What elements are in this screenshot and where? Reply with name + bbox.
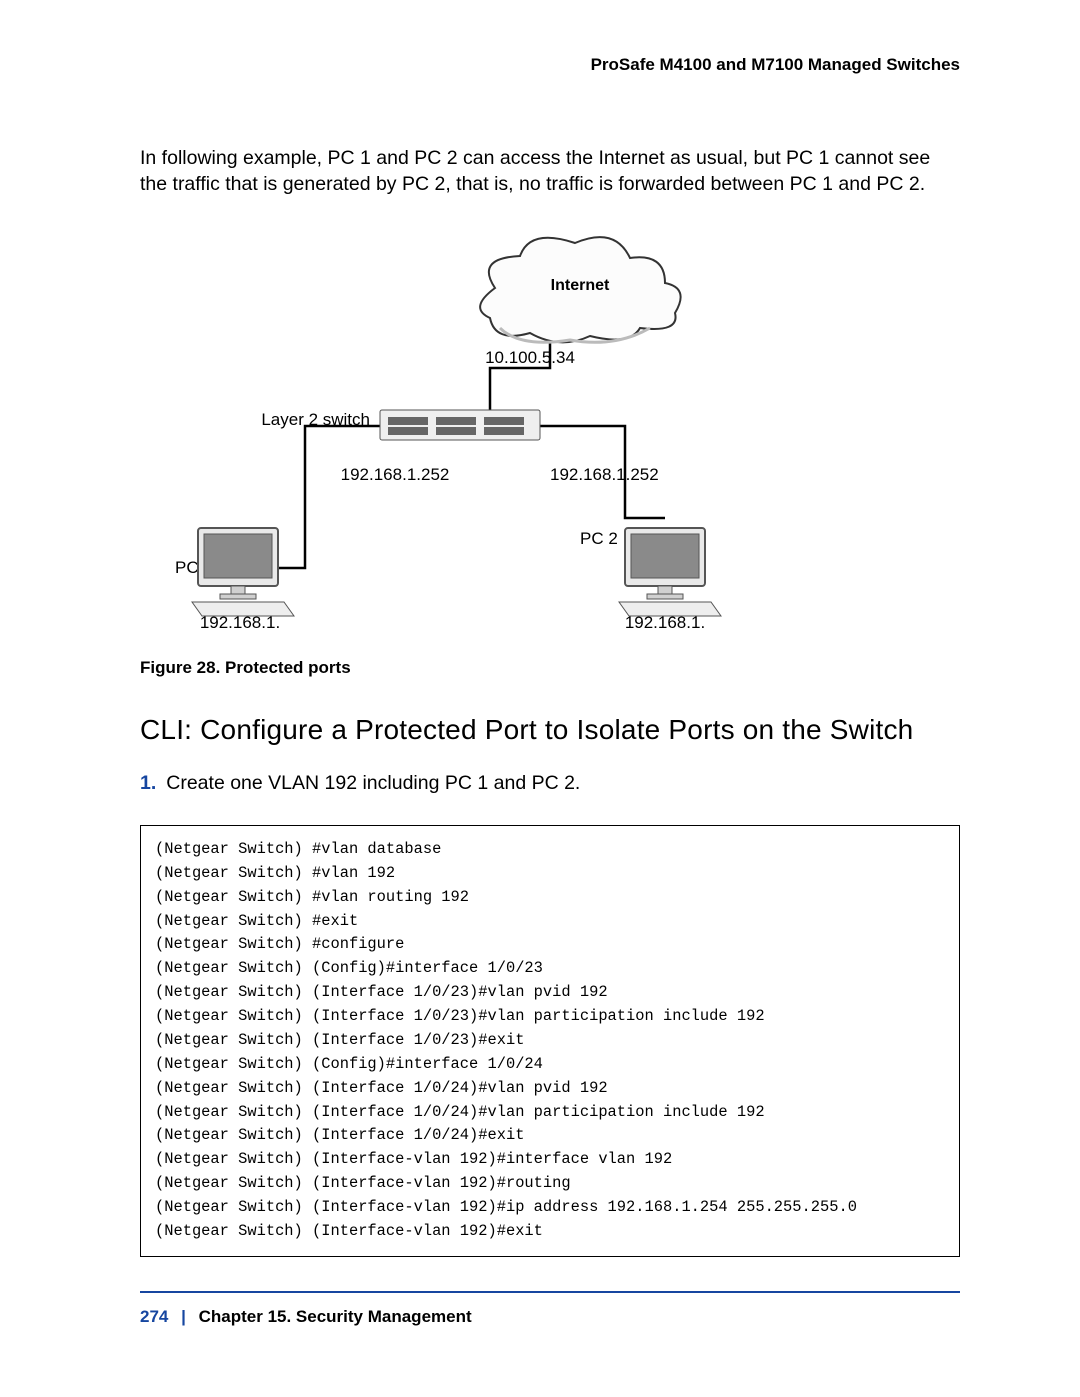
pc1-ip: 192.168.1. bbox=[200, 613, 280, 628]
running-head: ProSafe M4100 and M7100 Managed Switches bbox=[140, 55, 960, 75]
pc2-ip: 192.168.1. bbox=[625, 613, 705, 628]
pc1-icon bbox=[192, 528, 294, 616]
switch-label: Layer 2 switch bbox=[261, 410, 370, 429]
pc2-icon bbox=[619, 528, 721, 616]
uplink-ip: 10.100.5.34 bbox=[485, 348, 575, 367]
chapter-label: Chapter 15. Security Management bbox=[199, 1307, 472, 1326]
page-footer: 274 | Chapter 15. Security Management bbox=[140, 1307, 960, 1327]
page: ProSafe M4100 and M7100 Managed Switches… bbox=[0, 0, 1080, 1397]
step-text: Create one VLAN 192 including PC 1 and P… bbox=[166, 772, 580, 794]
switch-icon bbox=[380, 410, 540, 440]
step-list: 1. Create one VLAN 192 including PC 1 and… bbox=[140, 770, 960, 797]
right-port-ip: 192.168.1.252 bbox=[550, 465, 659, 484]
page-number: 274 bbox=[140, 1307, 168, 1326]
step-number: 1. bbox=[140, 772, 156, 794]
footer-rule bbox=[140, 1291, 960, 1293]
internet-cloud-icon: Internet bbox=[480, 237, 681, 342]
diagram-svg: Internet 10.100.5.34 Layer 2 switch 192.… bbox=[160, 228, 940, 628]
step-item: 1. Create one VLAN 192 including PC 1 and… bbox=[140, 770, 960, 797]
internet-label: Internet bbox=[551, 277, 610, 294]
intro-paragraph: In following example, PC 1 and PC 2 can … bbox=[140, 145, 960, 198]
footer-separator: | bbox=[181, 1307, 186, 1326]
section-heading: CLI: Configure a Protected Port to Isola… bbox=[140, 714, 960, 746]
network-diagram: Internet 10.100.5.34 Layer 2 switch 192.… bbox=[160, 228, 940, 628]
pc2-label: PC 2 bbox=[580, 529, 618, 548]
figure-caption: Figure 28. Protected ports bbox=[140, 658, 960, 678]
cli-code-block: (Netgear Switch) #vlan database (Netgear… bbox=[140, 825, 960, 1257]
left-port-ip: 192.168.1.252 bbox=[341, 465, 450, 484]
